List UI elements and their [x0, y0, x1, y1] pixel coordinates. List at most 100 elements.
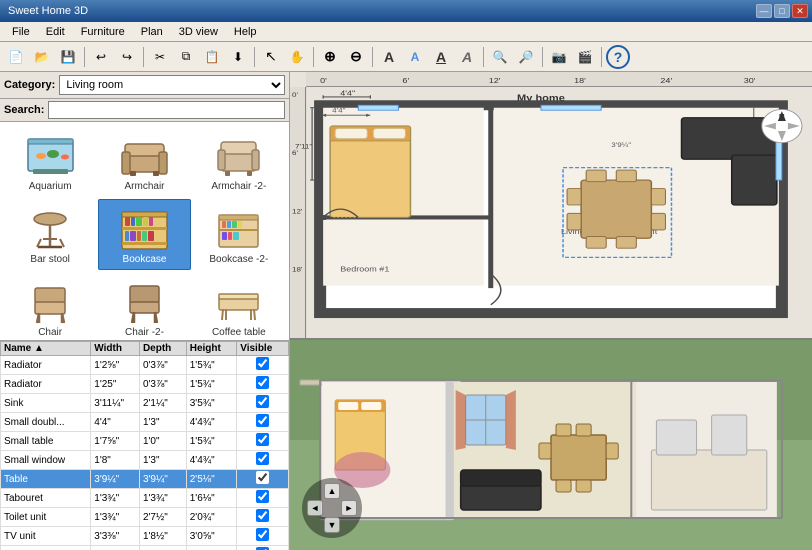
zoomin-button[interactable]: 🔍	[488, 45, 512, 69]
redo-button[interactable]: ↪	[115, 45, 139, 69]
table-row[interactable]: Toilet unit1'3¾"2'7½"2'0¾"	[1, 508, 289, 527]
cell-depth: 0'3⅞"	[139, 546, 186, 550]
nav-down-button[interactable]: ▼	[324, 517, 340, 533]
visible-checkbox[interactable]	[256, 357, 269, 370]
render-button[interactable]: 🎬	[573, 45, 597, 69]
col-width[interactable]: Width	[91, 342, 140, 356]
copy-button[interactable]: ⧉	[174, 45, 198, 69]
table-row[interactable]: Tabouret1'3¾"1'3¾"1'6⅛"	[1, 489, 289, 508]
nav-right-button[interactable]: ►	[341, 500, 357, 516]
table-row[interactable]: Sink3'11¼"2'1¼"3'5¾"	[1, 394, 289, 413]
aquarium-icon	[20, 131, 80, 181]
nav-left-button[interactable]: ◄	[307, 500, 323, 516]
table-row[interactable]: Venitian blind2'11⅞"0'3⅞"2'11¾"	[1, 546, 289, 550]
close-button[interactable]: ✕	[792, 4, 808, 18]
import-button[interactable]: ⬇	[226, 45, 250, 69]
visible-checkbox[interactable]	[256, 528, 269, 541]
maximize-button[interactable]: □	[774, 4, 790, 18]
furniture-item-bookcase[interactable]: Bookcase	[98, 199, 190, 270]
furniture-item-chair2[interactable]: Chair -2-	[98, 272, 190, 340]
visible-checkbox[interactable]	[256, 376, 269, 389]
svg-text:12': 12'	[489, 76, 501, 85]
right-panel: 0' 6' 12' 18' 24' 30' 0' 6' 12' 18' My h…	[290, 72, 812, 550]
table-row[interactable]: Small doubl...4'4"1'3"4'4¾"	[1, 413, 289, 432]
visible-checkbox[interactable]	[256, 509, 269, 522]
visible-checkbox[interactable]	[256, 471, 269, 484]
undo-button[interactable]: ↩	[89, 45, 113, 69]
cell-height: 1'5¾"	[186, 356, 236, 375]
zoomout-button[interactable]: 🔎	[514, 45, 538, 69]
col-name[interactable]: Name ▲	[1, 342, 91, 356]
svg-text:6': 6'	[402, 76, 409, 85]
text-a3-button[interactable]: A	[429, 45, 453, 69]
cut-button[interactable]: ✂	[148, 45, 172, 69]
furniture-item-aquarium[interactable]: Aquarium	[4, 126, 96, 197]
table-row[interactable]: TV unit3'3⅜"1'8½"3'0⅝"	[1, 527, 289, 546]
text-a2-button[interactable]: A	[403, 45, 427, 69]
property-table-scroll[interactable]: Name ▲ Width Depth Height Visible Radiat…	[0, 341, 289, 550]
category-select[interactable]: Living room Bedroom Kitchen Bathroom	[59, 75, 285, 95]
paste-button[interactable]: 📋	[200, 45, 224, 69]
visible-checkbox[interactable]	[256, 395, 269, 408]
furniture-item-coffeetable[interactable]: Coffee table	[193, 272, 285, 340]
table-row[interactable]: Radiator1'2⅝"0'3⅞"1'5¾"	[1, 356, 289, 375]
furniture-item-armchair2[interactable]: Armchair -2-	[193, 126, 285, 197]
help-button[interactable]: ?	[606, 45, 630, 69]
visible-checkbox[interactable]	[256, 490, 269, 503]
menu-edit[interactable]: Edit	[38, 24, 73, 40]
visible-checkbox[interactable]	[256, 414, 269, 427]
cell-name: Radiator	[1, 375, 91, 394]
minimize-button[interactable]: —	[756, 4, 772, 18]
view-3d[interactable]: ▲ ▼ ◄ ►	[290, 340, 812, 550]
floor-plan[interactable]: 0' 6' 12' 18' 24' 30' 0' 6' 12' 18' My h…	[290, 72, 812, 340]
cell-height: 4'4¾"	[186, 413, 236, 432]
select-button[interactable]: ↖	[259, 45, 283, 69]
col-visible[interactable]: Visible	[237, 342, 289, 356]
pan-button[interactable]: ✋	[285, 45, 309, 69]
col-depth[interactable]: Depth	[139, 342, 186, 356]
furniture-item-barstool[interactable]: Bar stool	[4, 199, 96, 270]
sep7	[542, 47, 543, 67]
table-row[interactable]: Table3'9¼"3'9¼"2'5⅛"	[1, 470, 289, 489]
barstool-label: Bar stool	[30, 254, 69, 265]
cell-depth: 1'3¾"	[139, 489, 186, 508]
furniture-item-chair[interactable]: Chair	[4, 272, 96, 340]
cell-visible	[237, 413, 289, 432]
menu-file[interactable]: File	[4, 24, 38, 40]
visible-checkbox[interactable]	[256, 452, 269, 465]
nav-up-button[interactable]: ▲	[324, 483, 340, 499]
col-height[interactable]: Height	[186, 342, 236, 356]
sep5	[372, 47, 373, 67]
sep4	[313, 47, 314, 67]
text-a4-button[interactable]: A	[455, 45, 479, 69]
title-bar: Sweet Home 3D — □ ✕	[0, 0, 812, 22]
camera-button[interactable]: 📷	[547, 45, 571, 69]
furniture-item-armchair[interactable]: Armchair	[98, 126, 190, 197]
cell-height: 1'5¾"	[186, 432, 236, 451]
menu-help[interactable]: Help	[226, 24, 265, 40]
search-input[interactable]	[48, 101, 285, 119]
menu-furniture[interactable]: Furniture	[73, 24, 133, 40]
cell-depth: 0'3⅞"	[139, 375, 186, 394]
chair-icon	[20, 277, 80, 327]
menu-3dview[interactable]: 3D view	[171, 24, 226, 40]
furniture-grid: Aquarium Armchair	[0, 122, 289, 340]
open-button[interactable]: 📂	[30, 45, 54, 69]
cell-width: 3'3⅜"	[91, 527, 140, 546]
new-button[interactable]: 📄	[4, 45, 28, 69]
furniture-item-bookcase2[interactable]: Bookcase -2-	[193, 199, 285, 270]
table-row[interactable]: Small table1'7⅝"1'0"1'5¾"	[1, 432, 289, 451]
cell-depth: 2'1¼"	[139, 394, 186, 413]
armchair2-label: Armchair -2-	[211, 181, 266, 192]
save-button[interactable]: 💾	[56, 45, 80, 69]
nav-compass[interactable]: ▲ ▼ ◄ ►	[302, 478, 362, 538]
zoomin-plan-button[interactable]: ⊕	[318, 45, 342, 69]
table-row[interactable]: Small window1'8"1'3"4'4¾"	[1, 451, 289, 470]
floor-plan-svg: 0' 6' 12' 18' 24' 30' 0' 6' 12' 18' My h…	[290, 72, 812, 338]
menu-plan[interactable]: Plan	[133, 24, 171, 40]
svg-text:24': 24'	[660, 76, 672, 85]
table-row[interactable]: Radiator1'25"0'3⅞"1'5¾"	[1, 375, 289, 394]
zoomout-plan-button[interactable]: ⊖	[344, 45, 368, 69]
text-a1-button[interactable]: A	[377, 45, 401, 69]
visible-checkbox[interactable]	[256, 433, 269, 446]
